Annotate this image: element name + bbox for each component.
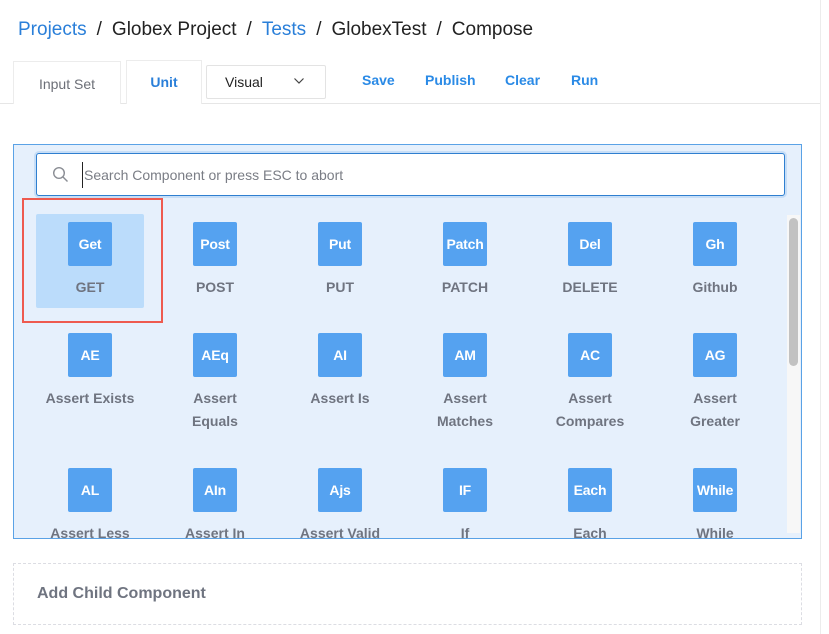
component-grid: Get GET Post POST Put PUT Patch PATCH Del DELETE G… xyxy=(14,200,784,539)
view-mode-value: Visual xyxy=(225,74,263,90)
component-tile[interactable]: Del DELETE xyxy=(536,214,644,299)
component-tile[interactable]: IF If xyxy=(411,460,519,538)
component-label: GET xyxy=(75,279,105,295)
component-badge-icon: AI xyxy=(318,333,362,377)
component-label: Github xyxy=(692,279,738,295)
component-badge-icon: AIn xyxy=(193,468,237,512)
component-badge-icon: AL xyxy=(68,468,112,512)
component-label: POST xyxy=(195,279,235,295)
component-badge-icon: Each xyxy=(568,468,612,512)
component-label: Assert Matches xyxy=(436,390,494,429)
component-tile[interactable]: AI Assert Is xyxy=(286,325,394,410)
component-badge-icon: Del xyxy=(568,222,612,266)
component-badge-icon: AM xyxy=(443,333,487,377)
component-badge-icon: Gh xyxy=(693,222,737,266)
scrollbar-thumb[interactable] xyxy=(789,218,798,366)
breadcrumb-globextest: GlobexTest xyxy=(331,19,427,40)
component-tile[interactable]: AM Assert Matches xyxy=(411,325,519,433)
component-label: PUT xyxy=(326,279,354,295)
component-label: If xyxy=(460,525,470,539)
component-tile[interactable]: Gh Github xyxy=(661,214,769,299)
breadcrumb-tests[interactable]: Tests xyxy=(262,19,306,41)
breadcrumb-globex-project: Globex Project xyxy=(111,19,237,40)
component-tile[interactable]: Post POST xyxy=(161,214,269,299)
component-tile[interactable]: Each Each xyxy=(536,460,644,538)
component-badge-icon: IF xyxy=(443,468,487,512)
component-badge-icon: Put xyxy=(318,222,362,266)
component-badge-icon: AEq xyxy=(193,333,237,377)
breadcrumb: Projects / Globex Project / Tests / Glob… xyxy=(18,19,533,41)
component-label: Assert Less xyxy=(50,525,130,539)
component-search-input[interactable] xyxy=(82,162,772,188)
component-tile[interactable]: AC Assert Compares xyxy=(536,325,644,433)
component-badge-icon: AG xyxy=(693,333,737,377)
component-label: DELETE xyxy=(562,279,618,295)
component-label: Assert Valid xyxy=(299,525,381,539)
component-label: PATCH xyxy=(441,279,489,295)
component-tile[interactable]: Put PUT xyxy=(286,214,394,299)
component-tile[interactable]: AE Assert Exists xyxy=(36,325,144,410)
clear-button[interactable]: Clear xyxy=(505,72,540,88)
component-tile[interactable]: AEq Assert Equals xyxy=(161,325,269,433)
component-tile[interactable]: AIn Assert In xyxy=(161,460,269,539)
breadcrumb-separator: / xyxy=(96,19,102,40)
component-tile[interactable]: While While xyxy=(661,460,769,538)
component-label: Assert Equals xyxy=(192,390,238,429)
chevron-down-icon xyxy=(294,78,304,84)
search-icon xyxy=(52,166,68,182)
component-tile[interactable]: Get GET xyxy=(36,214,144,308)
run-button[interactable]: Run xyxy=(571,72,598,88)
component-badge-icon: Post xyxy=(193,222,237,266)
right-divider xyxy=(820,0,821,634)
breadcrumb-compose: Compose xyxy=(451,19,534,40)
save-button[interactable]: Save xyxy=(362,72,395,88)
tabbar-divider xyxy=(201,103,820,104)
tab-input-set[interactable]: Input Set xyxy=(13,61,121,104)
component-label: Assert Greater xyxy=(690,390,740,429)
breadcrumb-separator: / xyxy=(246,19,252,40)
component-label: Assert Compares xyxy=(555,390,625,429)
component-tile[interactable]: AG Assert Greater xyxy=(661,325,769,433)
component-label: Assert Exists xyxy=(45,390,135,406)
component-label: Each xyxy=(573,525,607,539)
breadcrumb-projects[interactable]: Projects xyxy=(18,19,87,41)
component-badge-icon: Patch xyxy=(443,222,487,266)
component-tile[interactable]: Ajs Assert Valid xyxy=(286,460,394,539)
component-badge-icon: Ajs xyxy=(318,468,362,512)
breadcrumb-separator: / xyxy=(436,19,442,40)
component-badge-icon: AC xyxy=(568,333,612,377)
tab-unit[interactable]: Unit xyxy=(126,60,202,104)
search-box xyxy=(36,153,785,196)
component-label: Assert In xyxy=(185,525,245,539)
component-tile[interactable]: AL Assert Less xyxy=(36,460,144,539)
component-label: While xyxy=(696,525,734,539)
publish-button[interactable]: Publish xyxy=(425,72,476,88)
breadcrumb-separator: / xyxy=(316,19,322,40)
scrollbar[interactable] xyxy=(787,215,800,533)
component-badge-icon: Get xyxy=(68,222,112,266)
add-child-component[interactable]: Add Child Component xyxy=(13,563,802,625)
component-label: Assert Is xyxy=(310,390,370,406)
component-tile[interactable]: Patch PATCH xyxy=(411,214,519,299)
view-mode-select[interactable]: Visual xyxy=(206,65,326,99)
component-picker: Get GET Post POST Put PUT Patch PATCH Del DELETE G… xyxy=(13,144,802,539)
component-badge-icon: AE xyxy=(68,333,112,377)
component-badge-icon: While xyxy=(693,468,737,512)
